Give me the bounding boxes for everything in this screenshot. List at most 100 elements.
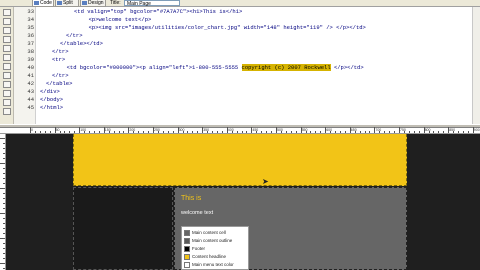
ruler-minor-tick [256, 131, 258, 133]
code-line[interactable]: </tr> [66, 32, 83, 40]
balance-braces-icon[interactable] [3, 45, 11, 52]
ruler-minor-tick [418, 131, 420, 133]
line-number: 45 [27, 104, 34, 111]
ruler-minor-tick [182, 131, 184, 133]
legend-item: Main menu text color [184, 261, 248, 269]
highlight-invalid-icon[interactable] [3, 63, 11, 70]
design-view-button[interactable]: Design [80, 0, 106, 7]
title-input[interactable]: Main Page [124, 0, 180, 7]
line-number: 34 [27, 16, 34, 23]
page-margin-right [408, 134, 480, 270]
split-view-button[interactable]: Split [55, 0, 79, 7]
legend-item: Content headline [184, 253, 248, 261]
ruler-minor-tick [261, 131, 263, 133]
line-number: 35 [27, 24, 34, 31]
code-line-end: </p></td> [330, 64, 364, 71]
code-line[interactable]: <td valign="top" bgcolor="#7A7A7C"><h1>T… [74, 8, 242, 16]
ruler-minor-tick [221, 131, 223, 133]
welcome-text[interactable]: welcome text [181, 210, 213, 217]
ruler-minor-tick [467, 131, 469, 133]
legend-item: Main content outline [184, 237, 248, 245]
expand-all-icon[interactable] [3, 27, 11, 34]
vertical-ruler-tick [3, 158, 5, 159]
ruler-minor-tick [458, 131, 460, 133]
color-chart-image[interactable]: Main content cell Main content outline F… [181, 226, 249, 270]
code-line[interactable]: </html> [40, 104, 63, 112]
vertical-ruler-tick [3, 203, 5, 204]
ruler-minor-tick [216, 131, 218, 133]
header-cell[interactable] [73, 134, 407, 186]
code-line[interactable]: <p><img src="images/utilities/color_char… [82, 24, 366, 32]
ruler-label: 600 [326, 128, 333, 132]
split-icon [57, 1, 62, 5]
legend-item: Footer [184, 245, 248, 253]
line-numbers-icon[interactable] [3, 54, 11, 61]
line-number: 37 [27, 40, 34, 47]
ruler-minor-tick [394, 131, 396, 133]
indent-icon[interactable] [3, 99, 11, 106]
vertical-ruler-tick [3, 153, 5, 154]
code-line[interactable]: <td bgcolor="#000000"><p align="left">1-… [60, 64, 364, 72]
outdent-icon[interactable] [3, 108, 11, 115]
remove-comment-icon[interactable] [3, 90, 11, 97]
code-line[interactable]: </tr> [52, 72, 69, 80]
title-label: Title: [110, 0, 121, 6]
vertical-ruler-tick [0, 163, 5, 164]
ruler-minor-tick [384, 131, 386, 133]
legend-label: Footer [192, 246, 206, 251]
open-documents-icon[interactable] [3, 9, 11, 16]
mouse-pointer-icon: ➤ [262, 177, 269, 186]
design-view-pane[interactable]: ➤ This is welcome text Main content cell… [6, 134, 480, 270]
ruler-label: 350 [203, 128, 210, 132]
vertical-ruler-tick [3, 143, 5, 144]
ruler-minor-tick [64, 131, 66, 133]
vertical-ruler-tick [3, 268, 5, 269]
code-line[interactable]: </table></td> [60, 40, 103, 48]
ruler-minor-tick [413, 131, 415, 133]
ruler-minor-tick [187, 131, 189, 133]
code-view-pane[interactable]: 33 34 35 36 37 38 39 40 41 42 43 44 45 <… [0, 7, 480, 124]
ruler-minor-tick [69, 131, 71, 133]
code-line[interactable]: </table> [46, 80, 72, 88]
code-line-start: <td bgcolor="#000000"><p align="left">1-… [60, 64, 242, 71]
ruler-minor-tick [285, 131, 287, 133]
ruler-label: 800 [424, 128, 431, 132]
main-content-cell[interactable]: This is welcome text Main content cell M… [174, 187, 407, 270]
code-view-label: Code [40, 0, 52, 6]
code-line[interactable]: </tr> [52, 48, 69, 56]
copyright-selection[interactable]: copyright (c) 2007 Rockwell [241, 64, 331, 71]
ruler-minor-tick [157, 131, 159, 133]
ruler-minor-tick [148, 131, 150, 133]
ruler-minor-tick [408, 131, 410, 133]
code-line[interactable]: </div> [40, 88, 60, 96]
ruler-minor-tick [241, 131, 243, 133]
sidebar-cell[interactable] [73, 187, 173, 270]
word-wrap-icon[interactable] [3, 72, 11, 79]
select-parent-tag-icon[interactable] [3, 36, 11, 43]
ruler-minor-tick [295, 131, 297, 133]
line-number: 41 [27, 72, 34, 79]
code-view-button[interactable]: Code [32, 0, 54, 7]
apply-comment-icon[interactable] [3, 81, 11, 88]
ruler-minor-tick [433, 131, 435, 133]
vertical-ruler-tick [0, 238, 5, 239]
ruler-minor-tick [192, 131, 194, 133]
ruler-minor-tick [354, 131, 356, 133]
content-heading[interactable]: This is [181, 194, 201, 203]
code-line[interactable]: <p>welcome text</p> [82, 16, 152, 24]
split-view-label: Split [63, 0, 73, 6]
coding-toolbar [0, 7, 14, 124]
ruler-minor-tick [379, 131, 381, 133]
line-number: 44 [27, 96, 34, 103]
ruler-minor-tick [315, 131, 317, 133]
code-line[interactable]: </body> [40, 96, 63, 104]
ruler-minor-tick [305, 131, 307, 133]
code-line[interactable]: <tr> [52, 56, 65, 64]
legend-swatch [184, 246, 190, 252]
vertical-ruler-tick [3, 258, 5, 259]
code-vertical-scrollbar[interactable] [472, 7, 480, 124]
collapse-tag-icon[interactable] [3, 18, 11, 25]
ruler-minor-tick [84, 131, 86, 133]
ruler-minor-tick [453, 131, 455, 133]
vertical-ruler-tick [3, 233, 5, 234]
